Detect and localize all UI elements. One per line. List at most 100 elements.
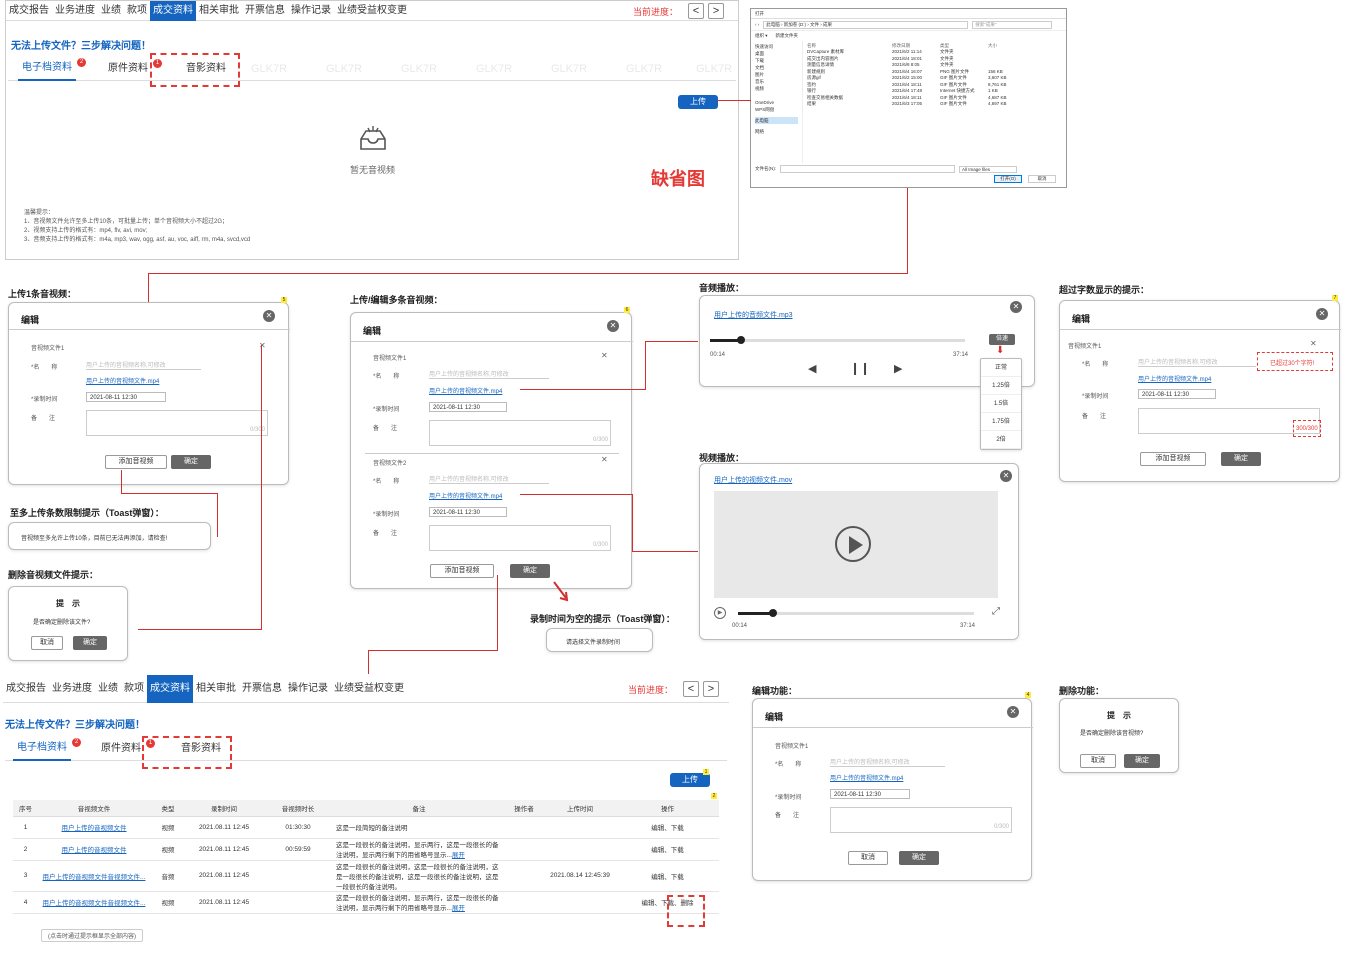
cell-file[interactable]: 用户上传的音视频文件音视频文件... [38,860,150,892]
file-link[interactable]: 用户上传的音视频文件音视频文件... [43,874,146,881]
file-link[interactable]: 用户上传的音视频文件.mp4 [1138,374,1211,383]
add-media-button[interactable]: 添加音视频 [1140,452,1206,466]
speed-option[interactable]: 2倍 [981,431,1021,449]
fullscreen-icon[interactable]: ⤢ [992,606,1000,617]
close-icon[interactable]: ✕ [607,320,619,332]
add-media-button[interactable]: 添加音视频 [105,455,167,469]
tab-electronic[interactable]: 电子档资料 2 [18,57,86,81]
file-link[interactable]: 用户上传的音视频文件.mp4 [429,491,502,500]
tab-electronic[interactable]: 电子档资料 2 [13,737,81,761]
name-input[interactable]: 用户上传的音视频名称,可修改 [1138,357,1256,367]
new-folder-button[interactable]: 新建文件夹 [776,33,799,39]
nav-item[interactable]: 业务进度 [49,679,95,699]
nav-item[interactable]: 业绩 [98,1,124,21]
confirm-button[interactable]: 确定 [1221,452,1261,466]
nav-item[interactable]: 开票信息 [242,1,288,21]
file-link[interactable]: 用户上传的音视频文件 [62,847,127,854]
dialog-cancel-button[interactable]: 取消 [1028,175,1056,183]
video-progress-handle[interactable] [769,609,778,617]
time-picker[interactable]: 2021-08-11 12:30 [86,392,166,402]
nav-item-active[interactable]: 成交资料 [150,0,196,21]
cancel-button[interactable]: 取消 [848,851,888,865]
nav-item[interactable]: 操作记录 [285,679,331,699]
note-textarea[interactable] [86,410,268,436]
nav-item[interactable]: 操作记录 [288,1,334,21]
open-button[interactable]: 打开(O) [994,175,1022,183]
audio-progress-track[interactable] [710,336,965,344]
search-box[interactable]: 搜索"成果" [972,20,1053,29]
video-play-icon[interactable]: ▶ [714,607,726,619]
remove-file-icon[interactable]: ✕ [601,351,608,360]
add-media-button[interactable]: 添加音视频 [430,564,494,578]
nav-item-active[interactable]: 成交资料 [147,674,193,703]
help-link[interactable]: 无法上传文件？三步解决问题！ [11,37,151,52]
tab-original[interactable]: 原件资料 1 [97,738,155,760]
close-icon[interactable]: ✕ [1010,301,1022,313]
cell-file[interactable]: 用户上传的音视频文件音视频文件... [38,891,150,914]
filename-input[interactable] [780,165,955,173]
nav-item[interactable]: 业绩受益权变更 [334,1,410,21]
previous-icon[interactable]: ◀ [808,362,816,375]
prev-button[interactable]: < [683,681,699,697]
cancel-button[interactable]: 取消 [31,636,63,650]
speed-button[interactable]: 倍速 [989,334,1015,345]
nav-item[interactable]: 款项 [121,679,147,699]
confirm-button[interactable]: 确定 [899,851,939,865]
filetype-select[interactable]: All Image files [959,165,1017,173]
cell-file[interactable]: 用户上传的音视频文件 [38,816,150,839]
file-link[interactable]: 用户上传的音视频文件音视频文件... [43,900,146,907]
cell-act[interactable]: 编辑、下载 [616,838,719,861]
nav-item[interactable]: 开票信息 [239,679,285,699]
upload-button[interactable]: 上传 [678,95,718,109]
file-link[interactable]: 用户上传的音视频文件.mp4 [86,376,159,385]
ok-button[interactable]: 确定 [73,636,107,650]
nav-item[interactable]: 款项 [124,1,150,21]
organize-button[interactable]: 组织 ▾ [755,33,768,39]
time-picker[interactable]: 2021-08-11 12:30 [429,402,507,412]
file-link[interactable]: 用户上传的音视频文件 [62,825,127,832]
nav-item[interactable]: 业务进度 [52,1,98,21]
speed-option[interactable]: 1.25倍 [981,377,1021,395]
expand-link[interactable]: 展开 [452,905,465,912]
remove-file-icon[interactable]: ✕ [259,341,266,350]
nav-item[interactable]: 相关审批 [193,679,239,699]
time-picker[interactable]: 2021-08-11 12:30 [1138,389,1216,399]
prev-button[interactable]: < [688,3,704,19]
nav-item[interactable]: 相关审批 [196,1,242,21]
file-link[interactable]: 用户上传的音视频文件.mp4 [830,773,903,782]
cancel-button[interactable]: 取消 [1080,754,1116,768]
audio-link[interactable]: 用户上传的音频文件.mp3 [714,310,793,320]
upload-button[interactable]: 上传 [670,773,710,787]
confirm-button[interactable]: 确定 [510,564,550,578]
audio-progress-handle[interactable] [736,336,745,344]
time-picker[interactable]: 2021-08-11 12:30 [830,789,910,799]
name-input[interactable]: 用户上传的音视频名称,可修改 [86,360,201,370]
note-textarea[interactable] [830,807,1012,833]
nav-item[interactable]: 业绩 [95,679,121,699]
nav-item[interactable]: 成交报告 [3,679,49,699]
help-link[interactable]: 无法上传文件？三步解决问题！ [5,716,145,731]
video-link[interactable]: 用户上传的视频文件.mov [714,475,792,485]
note-textarea[interactable] [429,525,611,551]
confirm-button[interactable]: 确定 [171,455,211,469]
close-icon[interactable]: ✕ [263,310,275,322]
cell-file[interactable]: 用户上传的音视频文件 [38,838,150,861]
next-icon[interactable]: ▶ [894,362,902,375]
back-icon[interactable]: ‹ › [755,22,759,27]
ok-button[interactable]: 确定 [1124,754,1160,768]
next-button[interactable]: > [703,681,719,697]
pause-icon[interactable]: ❙❙ [850,361,870,375]
file-row[interactable]: 结果 2021/6/3 17:05 GIF 图片文件 4,697 KB [807,101,1062,108]
address-bar[interactable]: 此电脑 › 新加卷 (D:) › 文件 › 成果 [763,20,969,29]
name-input[interactable]: 用户上传的音视频名称,可修改 [429,369,549,379]
cell-act[interactable]: 编辑、下载 [616,816,719,839]
remove-file-icon[interactable]: ✕ [1310,339,1317,348]
expand-link[interactable]: 展开 [452,852,465,859]
speed-option[interactable]: 1.5倍 [981,395,1021,413]
nav-item[interactable]: 业绩受益权变更 [331,679,407,699]
close-icon[interactable]: ✕ [1316,308,1328,320]
note-textarea[interactable] [429,420,611,446]
play-icon[interactable] [835,526,871,562]
speed-option[interactable]: 1.75倍 [981,413,1021,431]
time-picker[interactable]: 2021-08-11 12:30 [429,507,507,517]
